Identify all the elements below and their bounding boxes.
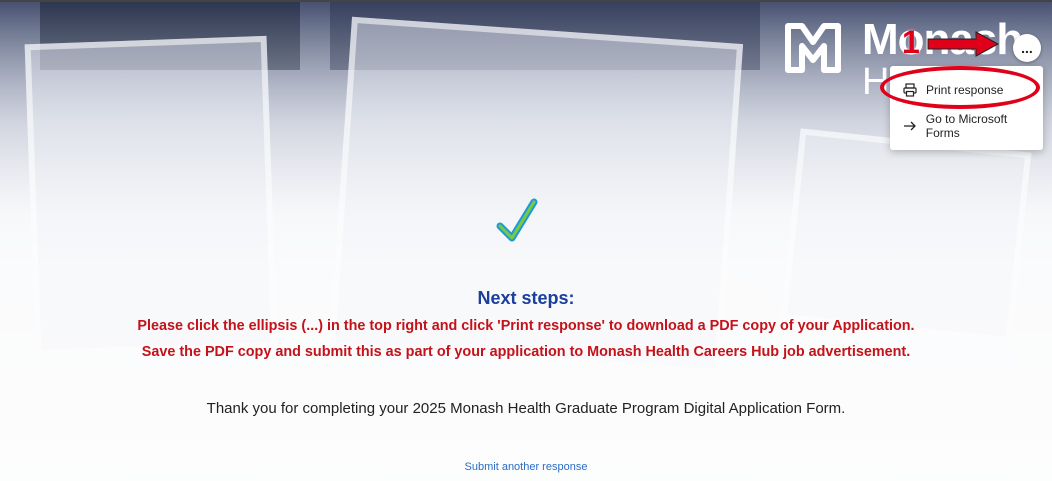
next-steps-heading: Next steps: <box>477 288 575 308</box>
window-top-border <box>0 0 1052 2</box>
instruction-line-2: Save the PDF copy and submit this as par… <box>141 344 911 360</box>
more-options-button[interactable]: ... <box>1013 34 1041 62</box>
arrow-right-icon <box>902 118 918 134</box>
checkmark-icon <box>496 198 538 242</box>
menu-item-label: Go to Microsoft Forms <box>925 112 1008 140</box>
logo-text-line1: Monash <box>862 15 1023 64</box>
menu-item-label: Print response <box>926 83 1004 97</box>
more-options-menu: Print response Go to Microsoft Forms <box>890 66 1043 150</box>
menu-item-go-to-microsoft-forms[interactable]: Go to Microsoft Forms <box>890 108 1043 144</box>
menu-item-print-response[interactable]: Print response <box>890 72 1043 108</box>
thank-you-message: Thank you for completing your 2025 Monas… <box>206 400 846 417</box>
submit-another-response-link[interactable]: Submit another response <box>0 461 1052 473</box>
printer-icon <box>902 82 918 98</box>
logo-mark-icon <box>785 23 841 73</box>
instruction-line-1: Please click the ellipsis (...) in the t… <box>137 318 915 334</box>
ellipsis-icon: ... <box>1021 40 1033 56</box>
